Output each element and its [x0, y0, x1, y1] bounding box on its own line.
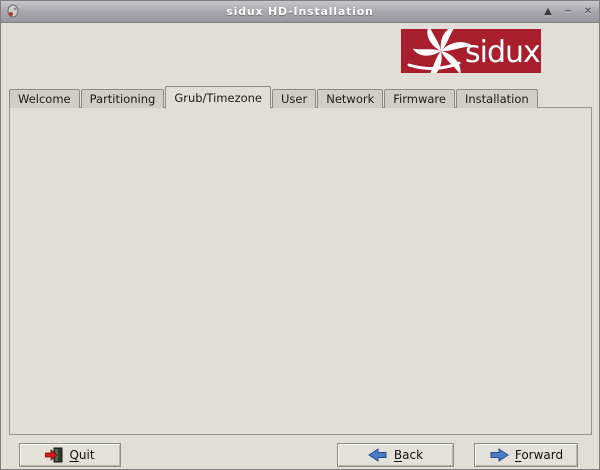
tab-grub-timezone[interactable]: Grub/Timezone: [165, 86, 271, 109]
quit-exit-door-icon: [45, 447, 63, 463]
back-button[interactable]: Back: [337, 443, 454, 467]
titlebar: sidux HD-Installation ▲ − ✕: [1, 1, 599, 23]
forward-button[interactable]: Forward: [474, 443, 578, 467]
shade-icon[interactable]: ▲: [541, 5, 555, 19]
installer-window: sidux HD-Installation ▲ − ✕ sidux Welcom…: [0, 0, 600, 470]
arrow-right-icon: [489, 448, 509, 462]
forward-label: Forward: [515, 448, 563, 462]
back-label: Back: [394, 448, 423, 462]
grub-timezone-page: [9, 107, 592, 435]
tab-firmware[interactable]: Firmware: [384, 89, 455, 108]
arrow-left-icon: [368, 448, 388, 462]
tab-partitioning[interactable]: Partitioning: [81, 89, 165, 108]
window-controls: ▲ − ✕: [541, 1, 595, 23]
tab-bar: Welcome Partitioning Grub/Timezone User …: [9, 85, 539, 108]
minimize-icon[interactable]: −: [561, 5, 575, 19]
tab-welcome[interactable]: Welcome: [9, 89, 80, 108]
tab-installation[interactable]: Installation: [456, 89, 538, 108]
window-title: sidux HD-Installation: [1, 5, 599, 18]
svg-text:sidux: sidux: [465, 35, 540, 70]
tab-network[interactable]: Network: [317, 89, 383, 108]
close-icon[interactable]: ✕: [581, 5, 595, 19]
sidux-logo: sidux: [401, 29, 541, 73]
quit-button[interactable]: Quit: [19, 443, 121, 467]
quit-label: Quit: [69, 448, 94, 462]
tab-user[interactable]: User: [272, 89, 316, 108]
